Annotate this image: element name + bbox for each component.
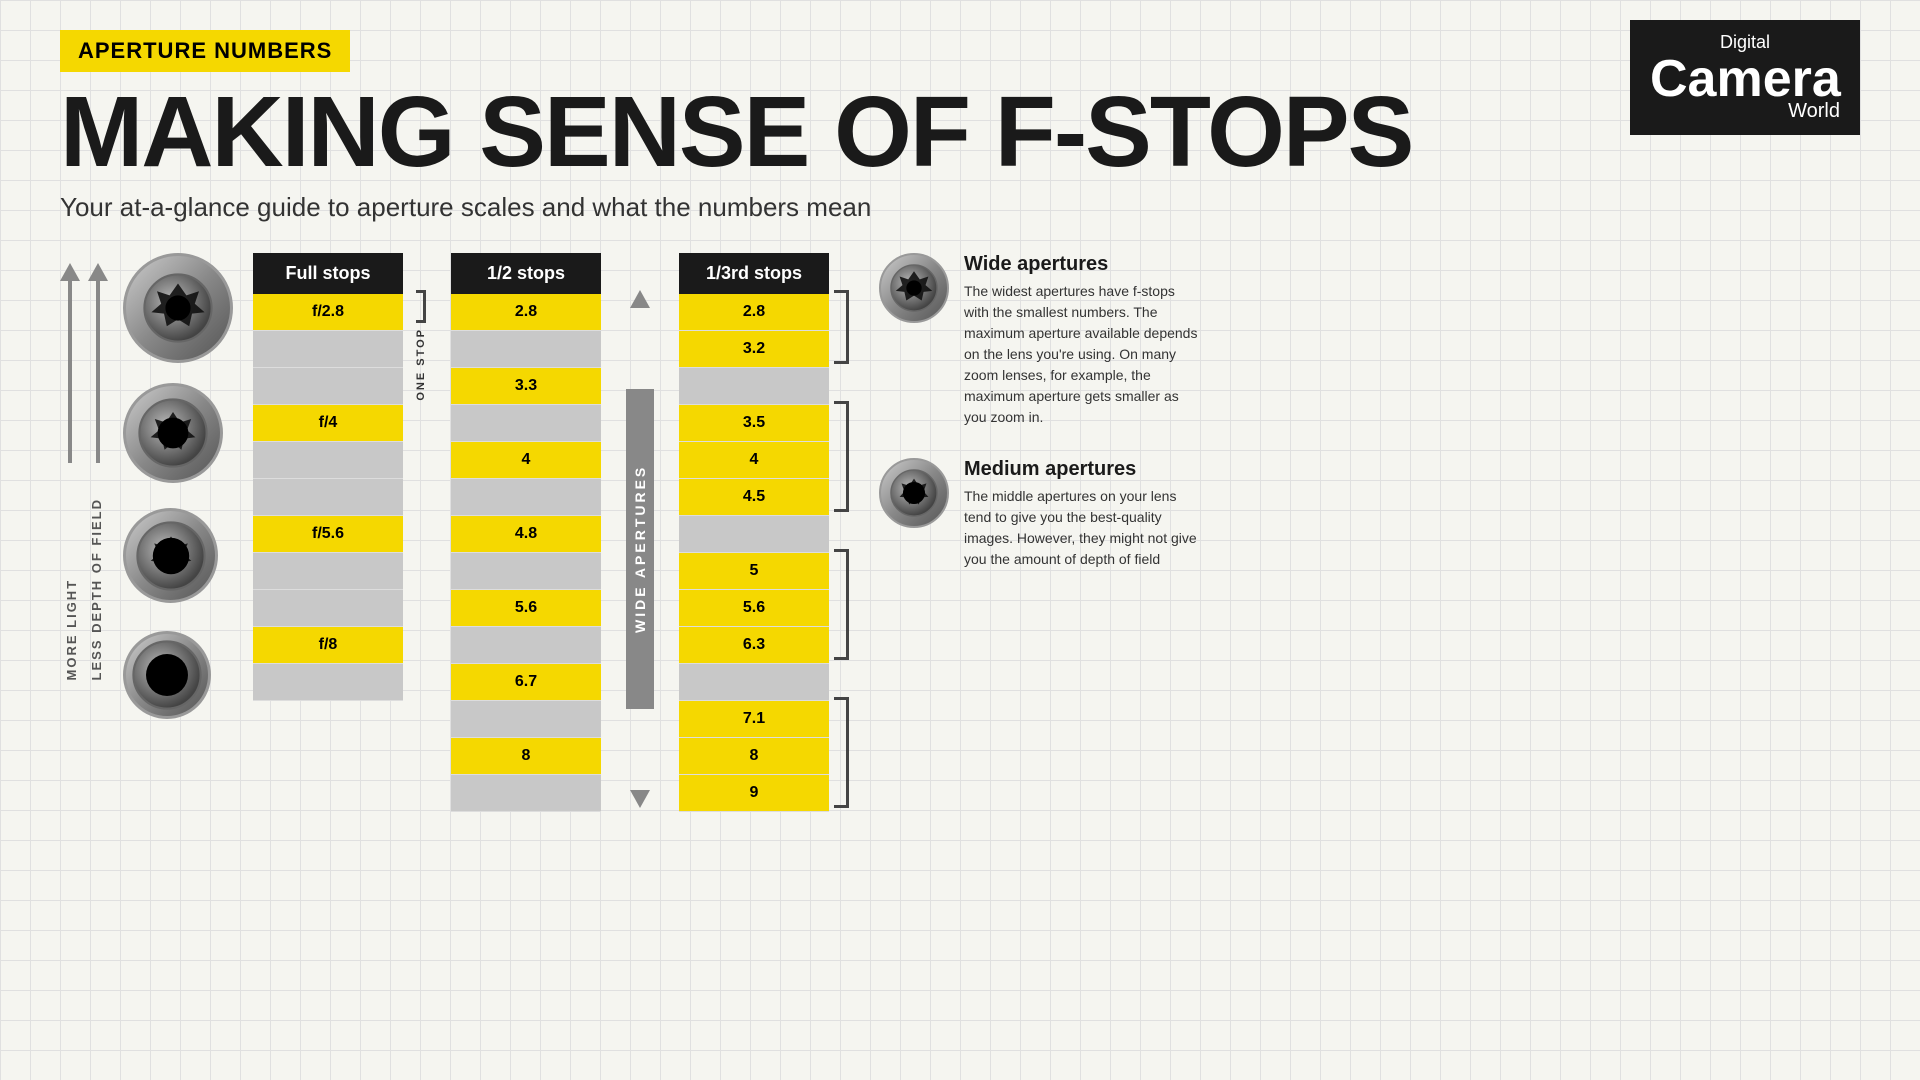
logo-camera: Camera: [1650, 53, 1840, 105]
third-row-empty-2: [679, 516, 829, 553]
full-stops-row-empty-7: [253, 664, 403, 701]
full-stops-row-empty-2: [253, 368, 403, 405]
third-row-empty-1: [679, 368, 829, 405]
wide-apertures-label: WIDE APERTURES: [626, 389, 654, 709]
aperture-circle-f4: [123, 383, 223, 483]
medium-aperture-icon: [879, 458, 949, 528]
third-stops-table: 1/3rd stops 2.8 3.2 3.5 4 4.5 5 5.6 6.3 …: [679, 253, 829, 812]
third-row-4: 4.5: [679, 479, 829, 516]
wide-apertures-desc: Wide apertures The widest apertures have…: [879, 253, 1199, 428]
arrows-column: MORE LIGHT LESS DEPTH OF FIELD: [60, 253, 108, 680]
half-row-4: 5.6: [451, 590, 601, 627]
medium-apertures-desc: Medium apertures The middle apertures on…: [879, 458, 1199, 570]
full-stops-table: Full stops f/2.8 f/4 f/5.6 f/8: [253, 253, 403, 701]
aperture-circle-wide: [123, 253, 233, 363]
arrow-less-depth: [88, 263, 108, 463]
full-stops-section: Full stops f/2.8 f/4 f/5.6 f/8: [253, 253, 431, 701]
wide-apertures-title: Wide apertures: [964, 253, 1199, 276]
half-row-empty-6: [451, 701, 601, 738]
arrows-up: [60, 263, 108, 463]
third-row-9: 8: [679, 738, 829, 775]
badge-label: APERTURE NUMBERS: [78, 38, 332, 63]
half-stops-header: 1/2 stops: [451, 253, 601, 294]
full-stops-row-empty-1: [253, 331, 403, 368]
page-subtitle: Your at-a-glance guide to aperture scale…: [60, 192, 1860, 223]
right-descriptions: Wide apertures The widest apertures have…: [879, 253, 1199, 600]
half-row-empty-7: [451, 775, 601, 812]
full-stops-row-3: f/8: [253, 627, 403, 664]
half-row-3: 4.8: [451, 516, 601, 553]
aperture-circle-f56: [123, 508, 218, 603]
half-row-empty-4: [451, 553, 601, 590]
wide-apertures-column: WIDE APERTURES: [626, 290, 654, 808]
third-row-7: 6.3: [679, 627, 829, 664]
half-row-empty-1: [451, 331, 601, 368]
full-stops-row-0: f/2.8: [253, 294, 403, 331]
less-depth-label: LESS DEPTH OF FIELD: [89, 498, 104, 680]
third-row-1: 3.2: [679, 331, 829, 368]
third-row-5: 5: [679, 553, 829, 590]
half-stops-table: 1/2 stops 2.8 3.3 4 4.8 5.6 6.7 8: [451, 253, 601, 812]
one-stop-bracket: ONE STOP: [411, 290, 431, 401]
wide-apertures-body: The widest apertures have f-stops with t…: [964, 281, 1199, 428]
full-stops-header: Full stops: [253, 253, 403, 294]
wide-arrow-down: [630, 790, 650, 808]
half-row-empty-2: [451, 405, 601, 442]
half-row-empty-5: [451, 627, 601, 664]
full-stops-row-empty-4: [253, 479, 403, 516]
third-stops-header: 1/3rd stops: [679, 253, 829, 294]
half-row-2: 4: [451, 442, 601, 479]
half-row-0: 2.8: [451, 294, 601, 331]
tables-area: Full stops f/2.8 f/4 f/5.6 f/8: [253, 253, 849, 812]
main-layout: MORE LIGHT LESS DEPTH OF FIELD: [60, 253, 1860, 812]
half-row-6: 8: [451, 738, 601, 775]
medium-apertures-body: The middle apertures on your lens tend t…: [964, 486, 1199, 570]
wide-arrow-up: [630, 290, 650, 308]
half-row-1: 3.3: [451, 368, 601, 405]
full-stops-row-empty-3: [253, 442, 403, 479]
full-stops-row-1: f/4: [253, 405, 403, 442]
full-stops-row-empty-6: [253, 590, 403, 627]
third-stops-brackets: [834, 290, 849, 808]
logo: Digital Camera World: [1630, 20, 1860, 135]
half-row-empty-3: [451, 479, 601, 516]
wide-aperture-icon: [879, 253, 949, 323]
half-row-5: 6.7: [451, 664, 601, 701]
third-row-empty-3: [679, 664, 829, 701]
full-stops-row-empty-5: [253, 553, 403, 590]
one-stop-label: ONE STOP: [415, 328, 427, 401]
wide-apertures-text: Wide apertures The widest apertures have…: [964, 253, 1199, 428]
aperture-badge: APERTURE NUMBERS: [60, 30, 350, 72]
third-row-8: 7.1: [679, 701, 829, 738]
full-stops-row-2: f/5.6: [253, 516, 403, 553]
medium-apertures-title: Medium apertures: [964, 458, 1199, 481]
page-title: MAKING SENSE OF F-STOPS: [60, 82, 1860, 182]
third-row-2: 3.5: [679, 405, 829, 442]
third-stops-section: 1/3rd stops 2.8 3.2 3.5 4 4.5 5 5.6 6.3 …: [679, 253, 849, 812]
third-row-6: 5.6: [679, 590, 829, 627]
logo-digital: Digital: [1720, 32, 1770, 52]
third-row-0: 2.8: [679, 294, 829, 331]
more-light-label: MORE LIGHT: [64, 498, 79, 680]
third-row-3: 4: [679, 442, 829, 479]
aperture-circles: [123, 253, 233, 729]
aperture-circle-f8: [123, 631, 211, 719]
third-row-10: 9: [679, 775, 829, 812]
arrow-more-light: [60, 263, 80, 463]
medium-apertures-text: Medium apertures The middle apertures on…: [964, 458, 1199, 570]
